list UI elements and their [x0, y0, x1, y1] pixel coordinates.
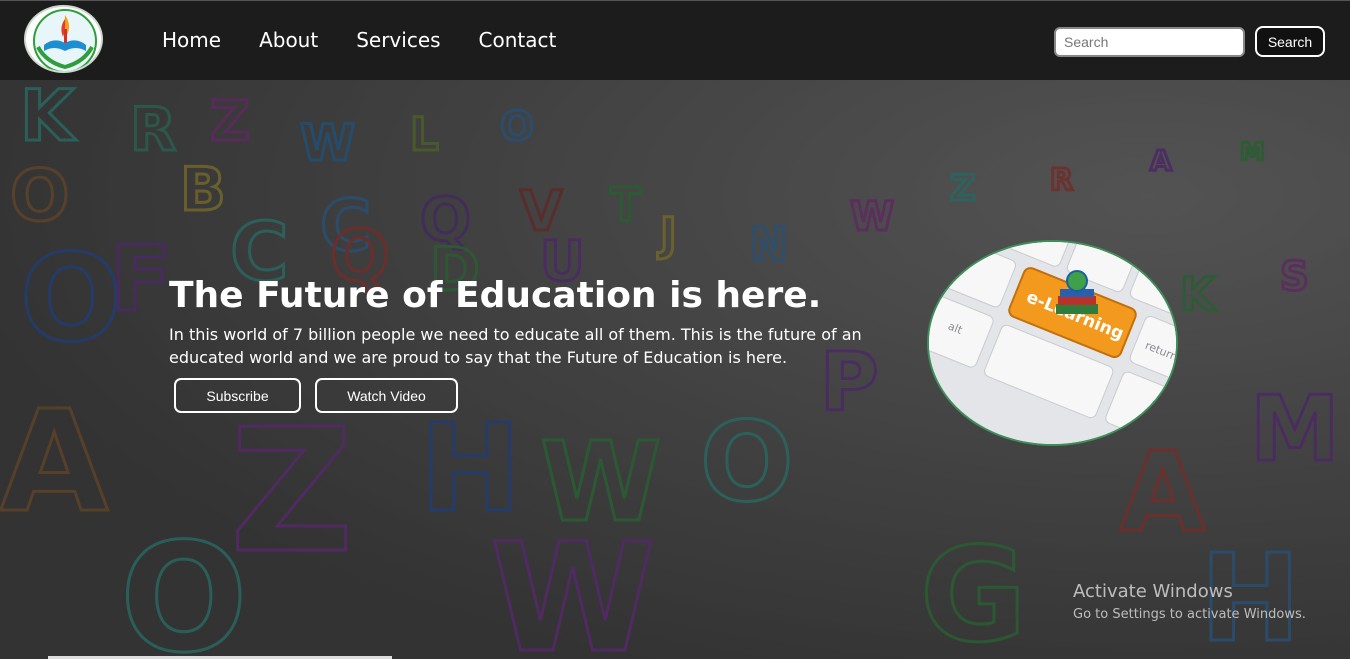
search-input[interactable] — [1054, 27, 1245, 57]
main-nav: Home About Services Contact — [162, 27, 594, 53]
windows-activation-watermark: Activate Windows Go to Settings to activ… — [1073, 581, 1306, 625]
nav-link-home[interactable]: Home — [162, 27, 221, 53]
navbar: Home About Services Contact Search — [0, 0, 1350, 80]
hero-section: K R Z W L O O B C Q V T O F C Q D U J N … — [0, 80, 1350, 659]
nav-link-about[interactable]: About — [259, 27, 318, 53]
nav-link-services[interactable]: Services — [356, 27, 440, 53]
watermark-subtitle: Go to Settings to activate Windows. — [1073, 607, 1306, 622]
watermark-title: Activate Windows — [1073, 581, 1233, 602]
hero-title: The Future of Education is here. — [169, 275, 822, 316]
subscribe-button[interactable]: Subscribe — [174, 378, 301, 413]
nav-link-contact[interactable]: Contact — [479, 27, 557, 53]
search-button[interactable]: Search — [1255, 26, 1325, 57]
watch-video-button[interactable]: Watch Video — [315, 378, 458, 413]
e-learning-keyboard-image: e-Learning return alt — [927, 240, 1178, 446]
keyboard-illustration: e-Learning return alt — [929, 242, 1176, 444]
site-logo[interactable] — [24, 5, 103, 73]
logo-emblem-icon — [33, 9, 97, 71]
hero-description: In this world of 7 billion people we nee… — [169, 325, 862, 367]
